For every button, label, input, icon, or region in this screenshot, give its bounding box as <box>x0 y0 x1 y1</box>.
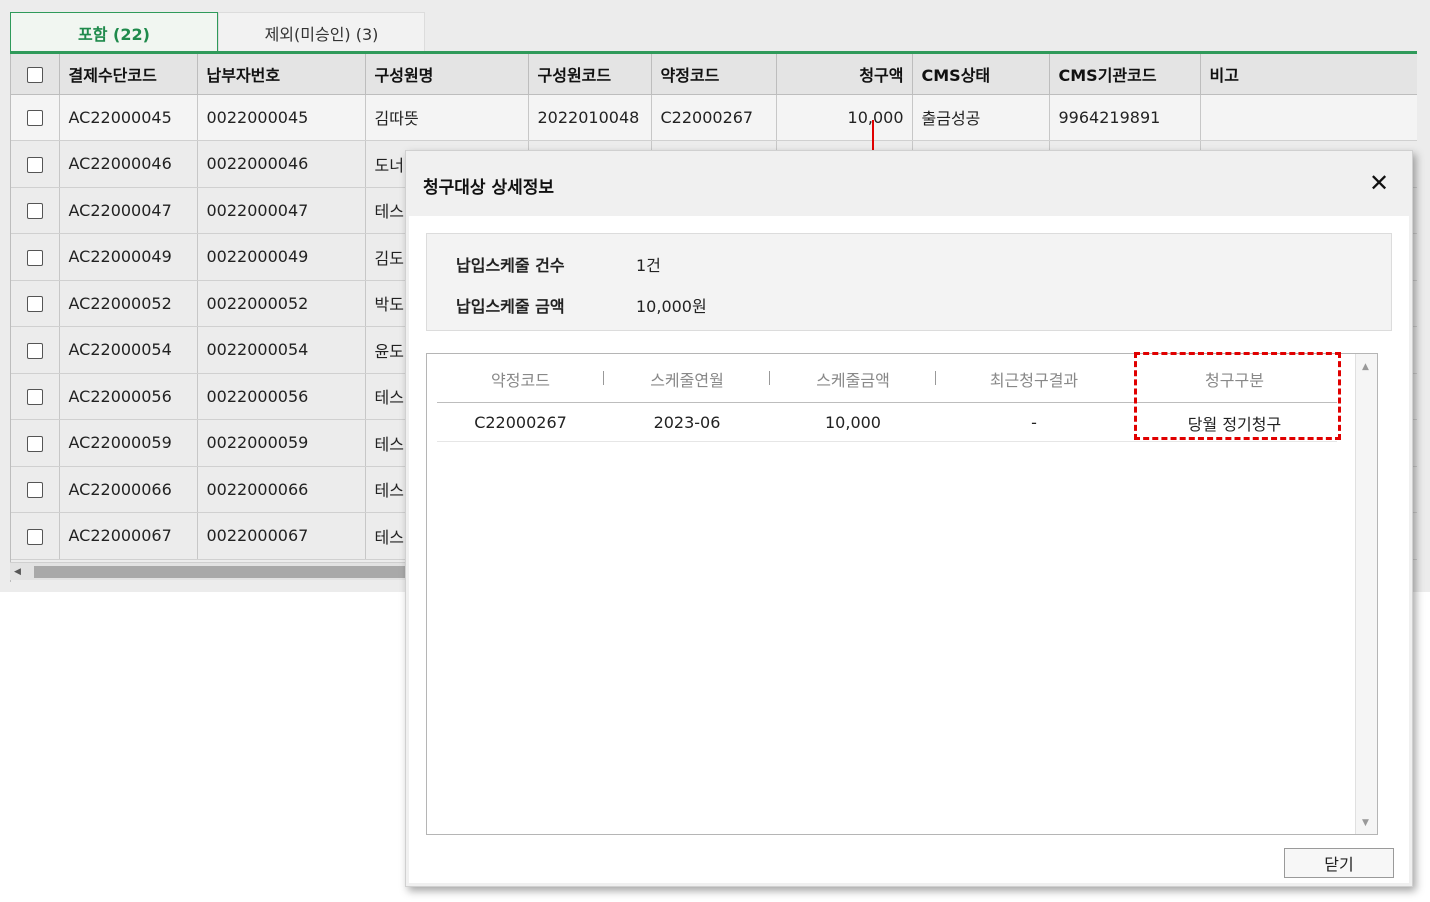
row-checkbox[interactable] <box>26 296 43 313</box>
table-header-row: 결제수단코드 납부자번호 구성원명 구성원코드 약정코드 청구액 CMS상태 C… <box>11 54 1417 95</box>
row-checkbox[interactable] <box>26 203 43 220</box>
tab-included[interactable]: 포함 (22) <box>10 12 218 52</box>
row-checkbox[interactable] <box>26 110 43 127</box>
schedule-cell: 10,000 <box>825 413 881 432</box>
modal-body: 납입스케줄 건수 1건 납입스케줄 금액 10,000원 약정코드 스케줄연월 … <box>409 216 1409 883</box>
summary-count-value: 1건 <box>636 256 661 275</box>
table-cell: 0022000054 <box>197 326 366 374</box>
column-header[interactable]: 청구액 <box>776 54 913 95</box>
schedule-column-header[interactable]: 스케줄연월 <box>604 354 770 403</box>
column-header[interactable]: 구성원명 <box>365 54 529 95</box>
schedule-cell: C22000267 <box>474 413 567 432</box>
row-checkbox-cell[interactable] <box>11 187 60 234</box>
horizontal-scrollbar[interactable]: ◀ <box>10 562 410 580</box>
annotation-arrow <box>872 120 874 152</box>
vertical-scrollbar[interactable]: ▲ ▼ <box>1355 354 1377 834</box>
scroll-left-icon[interactable]: ◀ <box>14 567 21 577</box>
table-cell: 0022000046 <box>197 140 366 188</box>
row-checkbox-cell[interactable] <box>11 419 60 467</box>
row-checkbox[interactable] <box>26 249 43 266</box>
close-button[interactable]: 닫기 <box>1284 848 1394 878</box>
modal-title: 청구대상 상세정보 <box>423 178 555 198</box>
table-cell: AC22000066 <box>59 466 198 513</box>
summary-count-row: 납입스케줄 건수 1건 <box>456 252 661 276</box>
annotation-highlight-box <box>1134 352 1341 440</box>
schedule-column-header[interactable]: 약정코드 <box>437 354 604 403</box>
summary-amount-value: 10,000원 <box>636 297 707 316</box>
tab-excluded[interactable]: 제외(미승인) (3) <box>218 12 425 52</box>
table-cell: 2022010048 <box>528 94 652 141</box>
column-header[interactable]: 비고 <box>1200 54 1417 95</box>
row-checkbox-cell[interactable] <box>11 326 60 374</box>
row-checkbox-cell[interactable] <box>11 373 60 420</box>
table-cell: C22000267 <box>651 94 777 141</box>
table-cell: AC22000046 <box>59 140 198 188</box>
row-checkbox-cell[interactable] <box>11 140 60 188</box>
row-checkbox[interactable] <box>26 435 43 452</box>
table-cell: 0022000066 <box>197 466 366 513</box>
table-cell: AC22000045 <box>59 94 198 141</box>
schedule-column-header[interactable]: 스케줄금액 <box>770 354 936 403</box>
select-all-checkbox[interactable] <box>26 66 43 83</box>
column-header[interactable]: CMS상태 <box>912 54 1050 95</box>
table-cell: 0022000049 <box>197 233 366 281</box>
scrollbar-thumb[interactable] <box>34 566 410 578</box>
row-checkbox-cell[interactable] <box>11 280 60 327</box>
table-cell: AC22000052 <box>59 280 198 327</box>
table-cell <box>1200 94 1417 141</box>
table-cell: AC22000056 <box>59 373 198 420</box>
table-cell: 0022000067 <box>197 512 366 560</box>
table-cell: 0022000059 <box>197 419 366 467</box>
scroll-down-icon[interactable]: ▼ <box>1362 818 1369 828</box>
row-checkbox[interactable] <box>26 482 43 499</box>
select-all-checkbox-cell[interactable] <box>11 54 60 95</box>
column-header[interactable]: 구성원코드 <box>528 54 652 95</box>
row-checkbox-cell[interactable] <box>11 466 60 513</box>
tab-bar: 포함 (22) 제외(미승인) (3) <box>10 12 425 52</box>
column-header[interactable]: 결제수단코드 <box>59 54 198 95</box>
row-checkbox[interactable] <box>26 389 43 406</box>
column-header[interactable]: 약정코드 <box>651 54 777 95</box>
table-cell: 김따뜻 <box>365 94 529 141</box>
table-cell: 0022000052 <box>197 280 366 327</box>
summary-amount-label: 납입스케줄 금액 <box>456 297 565 316</box>
detail-modal: 청구대상 상세정보 ✕ 납입스케줄 건수 1건 납입스케줄 금액 10,000원… <box>405 150 1413 887</box>
schedule-cell: - <box>1031 413 1037 432</box>
row-checkbox-cell[interactable] <box>11 233 60 281</box>
summary-panel: 납입스케줄 건수 1건 납입스케줄 금액 10,000원 <box>426 233 1392 331</box>
row-checkbox-cell[interactable] <box>11 94 60 141</box>
table-cell: 출금성공 <box>912 94 1050 141</box>
table-row[interactable]: AC22000045 0022000045 김따뜻 2022010048 C220002… <box>11 94 1417 141</box>
row-checkbox[interactable] <box>26 156 43 173</box>
column-header[interactable]: CMS기관코드 <box>1049 54 1201 95</box>
table-cell: AC22000067 <box>59 512 198 560</box>
summary-count-label: 납입스케줄 건수 <box>456 256 565 275</box>
table-cell: AC22000047 <box>59 187 198 234</box>
row-checkbox[interactable] <box>26 342 43 359</box>
column-header[interactable]: 납부자번호 <box>197 54 366 95</box>
summary-amount-row: 납입스케줄 금액 10,000원 <box>456 293 707 317</box>
row-checkbox[interactable] <box>26 528 43 545</box>
table-cell: AC22000059 <box>59 419 198 467</box>
table-cell: 9964219891 <box>1049 94 1201 141</box>
schedule-column-header[interactable]: 최근청구결과 <box>936 354 1132 403</box>
table-cell: AC22000054 <box>59 326 198 374</box>
scroll-up-icon[interactable]: ▲ <box>1362 362 1369 372</box>
table-cell: 0022000045 <box>197 94 366 141</box>
close-icon[interactable]: ✕ <box>1369 169 1389 197</box>
table-cell: 10,000 <box>776 94 913 141</box>
table-cell: 0022000047 <box>197 187 366 234</box>
table-cell: AC22000049 <box>59 233 198 281</box>
table-cell: 0022000056 <box>197 373 366 420</box>
schedule-cell: 2023-06 <box>653 413 721 432</box>
row-checkbox-cell[interactable] <box>11 512 60 560</box>
